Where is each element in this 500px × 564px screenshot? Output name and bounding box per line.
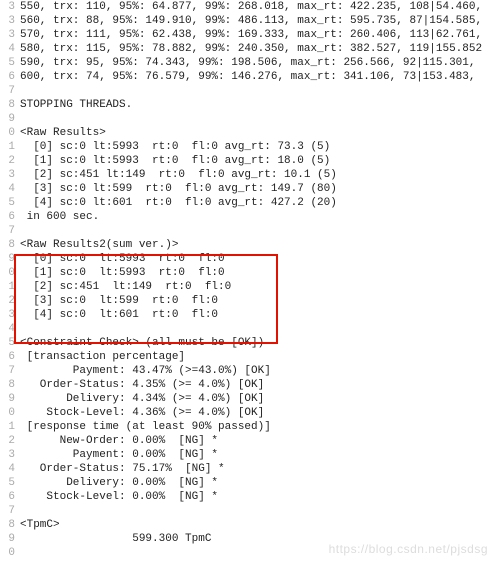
line-number: 5 <box>0 196 15 210</box>
line-number-gutter: 3334567890123456789012345678901234567890 <box>0 0 18 564</box>
code-line: 580, trx: 115, 95%: 78.882, 99%: 240.350… <box>20 42 500 56</box>
line-number: 7 <box>0 84 15 98</box>
code-line: Order-Status: 75.17% [NG] * <box>20 462 500 476</box>
line-number: 2 <box>0 294 15 308</box>
code-line: Stock-Level: 4.36% (>= 4.0%) [OK] <box>20 406 500 420</box>
code-line: Delivery: 4.34% (>= 4.0%) [OK] <box>20 392 500 406</box>
line-number: 3 <box>0 28 15 42</box>
line-number: 8 <box>0 378 15 392</box>
line-number: 3 <box>0 0 15 14</box>
code-line <box>20 322 500 336</box>
code-line: [2] sc:451 lt:149 rt:0 fl:0 avg_rt: 10.1… <box>20 168 500 182</box>
line-number: 0 <box>0 546 15 560</box>
code-line: [4] sc:0 lt:601 rt:0 fl:0 <box>20 308 500 322</box>
code-line <box>20 112 500 126</box>
code-line: <TpmC> <box>20 518 500 532</box>
code-line <box>20 84 500 98</box>
line-number: 9 <box>0 532 15 546</box>
code-line: <Raw Results2(sum ver.)> <box>20 238 500 252</box>
line-number: 1 <box>0 140 15 154</box>
code-line: Stock-Level: 0.00% [NG] * <box>20 490 500 504</box>
code-line: <Constraint Check> (all must be [OK]) <box>20 336 500 350</box>
code-line <box>20 224 500 238</box>
code-line: 560, trx: 88, 95%: 149.910, 99%: 486.113… <box>20 14 500 28</box>
line-number: 0 <box>0 406 15 420</box>
code-line: <Raw Results> <box>20 126 500 140</box>
line-number: 5 <box>0 56 15 70</box>
code-line: Delivery: 0.00% [NG] * <box>20 476 500 490</box>
code-line: 550, trx: 110, 95%: 64.877, 99%: 268.018… <box>20 0 500 14</box>
line-number: 1 <box>0 280 15 294</box>
line-number: 0 <box>0 266 15 280</box>
watermark-text: https://blog.csdn.net/pjsdsg <box>329 542 488 556</box>
code-line: 600, trx: 74, 95%: 76.579, 99%: 146.276,… <box>20 70 500 84</box>
code-line: [0] sc:0 lt:5993 rt:0 fl:0 <box>20 252 500 266</box>
line-number: 6 <box>0 210 15 224</box>
code-line: [3] sc:0 lt:599 rt:0 fl:0 <box>20 294 500 308</box>
line-number: 1 <box>0 420 15 434</box>
line-number: 0 <box>0 126 15 140</box>
line-number: 4 <box>0 322 15 336</box>
line-number: 6 <box>0 70 15 84</box>
line-number: 6 <box>0 350 15 364</box>
code-line: [response time (at least 90% passed)] <box>20 420 500 434</box>
line-number: 8 <box>0 98 15 112</box>
code-line: [1] sc:0 lt:5993 rt:0 fl:0 <box>20 266 500 280</box>
line-number: 4 <box>0 182 15 196</box>
line-number: 3 <box>0 14 15 28</box>
code-line: 570, trx: 111, 95%: 62.438, 99%: 169.333… <box>20 28 500 42</box>
code-line: [1] sc:0 lt:5993 rt:0 fl:0 avg_rt: 18.0 … <box>20 154 500 168</box>
line-number: 5 <box>0 336 15 350</box>
code-output: 550, trx: 110, 95%: 64.877, 99%: 268.018… <box>20 0 500 560</box>
line-number: 2 <box>0 434 15 448</box>
line-number: 3 <box>0 168 15 182</box>
code-line: New-Order: 0.00% [NG] * <box>20 434 500 448</box>
line-number: 7 <box>0 364 15 378</box>
line-number: 4 <box>0 42 15 56</box>
code-line: [0] sc:0 lt:5993 rt:0 fl:0 avg_rt: 73.3 … <box>20 140 500 154</box>
code-line: Payment: 0.00% [NG] * <box>20 448 500 462</box>
code-line: [2] sc:451 lt:149 rt:0 fl:0 <box>20 280 500 294</box>
code-line: 590, trx: 95, 95%: 74.343, 99%: 198.506,… <box>20 56 500 70</box>
code-line <box>20 504 500 518</box>
line-number: 8 <box>0 238 15 252</box>
code-line: STOPPING THREADS. <box>20 98 500 112</box>
line-number: 9 <box>0 392 15 406</box>
line-number: 3 <box>0 448 15 462</box>
code-line: [3] sc:0 lt:599 rt:0 fl:0 avg_rt: 149.7 … <box>20 182 500 196</box>
code-line: [4] sc:0 lt:601 rt:0 fl:0 avg_rt: 427.2 … <box>20 196 500 210</box>
line-number: 3 <box>0 308 15 322</box>
line-number: 8 <box>0 518 15 532</box>
code-line: Order-Status: 4.35% (>= 4.0%) [OK] <box>20 378 500 392</box>
code-line: Payment: 43.47% (>=43.0%) [OK] <box>20 364 500 378</box>
line-number: 6 <box>0 490 15 504</box>
line-number: 2 <box>0 154 15 168</box>
line-number: 7 <box>0 224 15 238</box>
line-number: 4 <box>0 462 15 476</box>
code-line: [transaction percentage] <box>20 350 500 364</box>
line-number: 7 <box>0 504 15 518</box>
code-line: in 600 sec. <box>20 210 500 224</box>
line-number: 9 <box>0 252 15 266</box>
line-number: 9 <box>0 112 15 126</box>
line-number: 5 <box>0 476 15 490</box>
